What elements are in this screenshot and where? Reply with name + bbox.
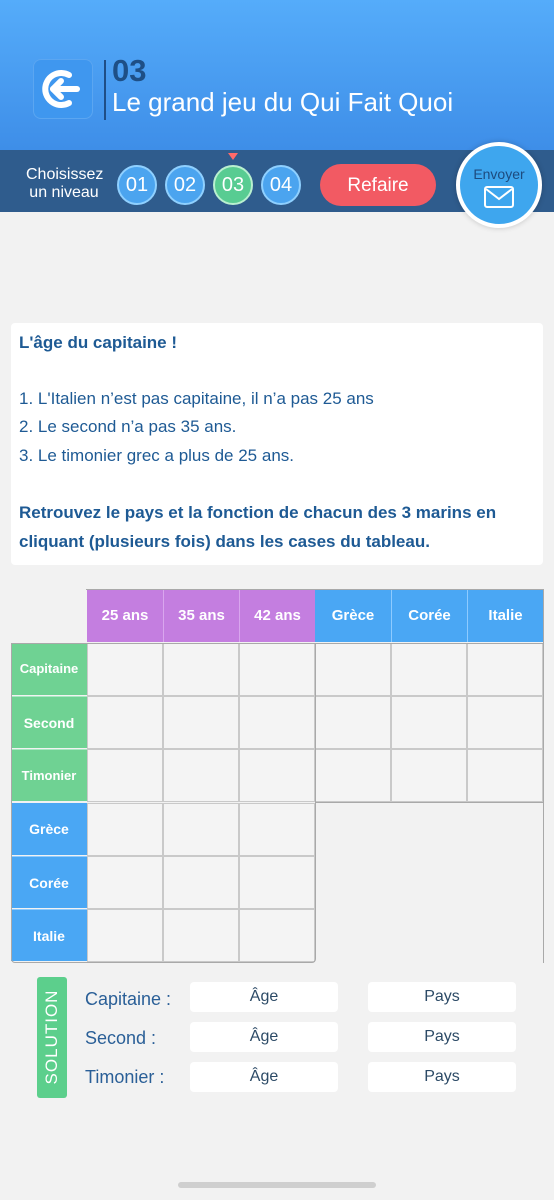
grid-cell[interactable] xyxy=(315,749,391,802)
col-header-35-ans: 35 ans xyxy=(163,590,239,642)
solution-second-country[interactable]: Pays xyxy=(368,1022,516,1052)
level-button-02[interactable]: 02 xyxy=(165,165,205,205)
grid-cell[interactable] xyxy=(467,696,543,749)
grid-cell[interactable] xyxy=(239,803,315,856)
grid-cell[interactable] xyxy=(87,749,163,802)
refaire-button[interactable]: Refaire xyxy=(320,164,436,206)
row-header-capitaine: Capitaine xyxy=(11,643,87,695)
solution-tag-label: SOLUTION xyxy=(42,989,61,1085)
row-header-italie: Italie xyxy=(11,909,87,961)
grid-cell[interactable] xyxy=(239,856,315,909)
grid-cell[interactable] xyxy=(163,643,239,696)
grid-cell[interactable] xyxy=(239,749,315,802)
grid-cell[interactable] xyxy=(391,749,467,802)
send-button[interactable]: Envoyer xyxy=(456,142,542,228)
grid-cell[interactable] xyxy=(87,803,163,856)
grid-cell[interactable] xyxy=(239,909,315,962)
solution-timonier-country[interactable]: Pays xyxy=(368,1062,516,1092)
grid-cell[interactable] xyxy=(315,696,391,749)
grid-cell[interactable] xyxy=(87,696,163,749)
col-header-italie: Italie xyxy=(467,590,543,642)
clue-2: 2. Le second n’a pas 35 ans. xyxy=(19,417,237,436)
exit-icon xyxy=(42,70,80,108)
row-header-second: Second xyxy=(11,696,87,748)
grid-cell[interactable] xyxy=(239,696,315,749)
puzzle-title: L'âge du capitaine ! xyxy=(19,333,178,352)
grid-cell[interactable] xyxy=(87,643,163,696)
col-header-42-ans: 42 ans xyxy=(239,590,315,642)
row-header-coree: Corée xyxy=(11,856,87,908)
send-label: Envoyer xyxy=(473,166,525,182)
clue-3: 3. Le timonier grec a plus de 25 ans. xyxy=(19,446,294,465)
row-header-timonier: Timonier xyxy=(11,749,87,801)
level-button-01[interactable]: 01 xyxy=(117,165,157,205)
back-button[interactable] xyxy=(33,59,93,119)
puzzle-instruction: Retrouvez le pays et la fonction de chac… xyxy=(19,503,497,551)
solution-label-capitaine: Capitaine : xyxy=(85,989,172,1009)
solution-tag: SOLUTION xyxy=(37,977,67,1098)
title-divider xyxy=(104,60,106,120)
grid-cell[interactable] xyxy=(391,643,467,696)
page-title: Le grand jeu du Qui Fait Quoi xyxy=(112,87,454,117)
choose-level-label: Choisissez un niveau xyxy=(26,166,104,202)
level-button-03[interactable]: 03 xyxy=(213,165,253,205)
solution-capitaine-country[interactable]: Pays xyxy=(368,982,516,1012)
grid-cell[interactable] xyxy=(467,749,543,802)
grid-cell[interactable] xyxy=(87,856,163,909)
col-header-25-ans: 25 ans xyxy=(87,590,163,642)
col-header-coree: Corée xyxy=(391,590,467,642)
envelope-icon xyxy=(484,186,514,208)
grid-cell[interactable] xyxy=(391,696,467,749)
grid-cell[interactable] xyxy=(87,909,163,962)
grid-cell[interactable] xyxy=(467,643,543,696)
solution-label-second: Second : xyxy=(85,1028,157,1048)
solution-timonier-age[interactable]: Âge xyxy=(190,1062,338,1092)
grid-cell[interactable] xyxy=(163,909,239,962)
grid-cell[interactable] xyxy=(163,803,239,856)
grid-cell[interactable] xyxy=(163,749,239,802)
level-number: 03 xyxy=(112,53,147,88)
row-header-grece: Grèce xyxy=(11,803,87,855)
grid-cell[interactable] xyxy=(163,696,239,749)
choose-line-1: Choisissez xyxy=(26,166,104,183)
puzzle-card: L'âge du capitaine ! 1. L'Italien n’est … xyxy=(11,323,543,565)
grid-cell[interactable] xyxy=(163,856,239,909)
solution-second-age[interactable]: Âge xyxy=(190,1022,338,1052)
choose-line-2: un niveau xyxy=(29,184,99,201)
level-button-04[interactable]: 04 xyxy=(261,165,301,205)
home-indicator xyxy=(178,1182,376,1188)
clue-1: 1. L'Italien n’est pas capitaine, il n’a… xyxy=(19,389,374,408)
grid-cell[interactable] xyxy=(239,643,315,696)
solution-capitaine-age[interactable]: Âge xyxy=(190,982,338,1012)
grid-cell[interactable] xyxy=(315,643,391,696)
col-header-grece: Grèce xyxy=(315,590,391,642)
solution-label-timonier: Timonier : xyxy=(85,1067,165,1087)
active-level-marker xyxy=(228,153,238,160)
